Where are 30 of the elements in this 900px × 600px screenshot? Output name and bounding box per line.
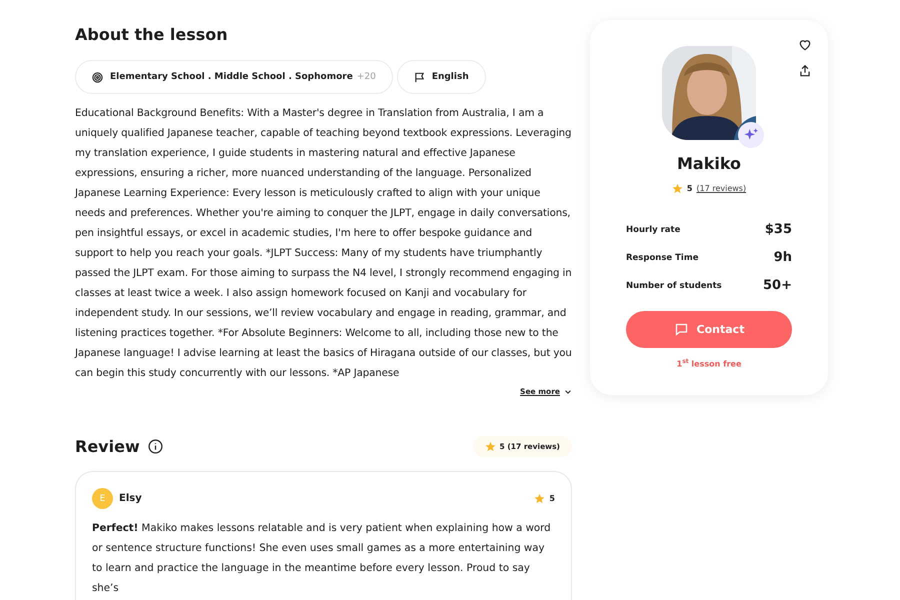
review-rating: 5 xyxy=(549,494,555,503)
tag-chip[interactable]: Elementary School . Middle School . Sophomore +20 xyxy=(75,60,393,94)
info-icon[interactable] xyxy=(148,439,163,454)
star-icon xyxy=(484,441,496,452)
stat-label: Hourly rate xyxy=(626,224,680,234)
share-icon[interactable] xyxy=(798,64,812,78)
star-icon xyxy=(672,183,683,194)
free-lesson-note: 1$^{st}$ lesson free xyxy=(676,358,742,369)
tutor-rating: 5 xyxy=(686,184,692,193)
reviews-link[interactable]: (17 reviews) xyxy=(696,184,746,193)
tag-chip[interactable]: English xyxy=(396,60,486,94)
section-title: Review xyxy=(75,437,140,456)
target-icon xyxy=(92,72,103,82)
review-text: Perfect! Makiko makes lessons relatable and is very patient when explaining how a word or sentence structure functions! She even uses small games as a more entertaining way to learn and practice the language in the meantime before every lesson. Proud to say she’s xyxy=(92,522,552,596)
sparkle-icon xyxy=(738,122,764,148)
chevron-down-icon xyxy=(564,388,572,396)
flag-icon xyxy=(414,72,425,82)
avatar: E xyxy=(92,488,113,509)
star-icon xyxy=(534,493,546,504)
stat-label: Number of students xyxy=(626,280,722,290)
stat-value: 50+ xyxy=(763,278,792,293)
stat-label: Response Time xyxy=(626,252,698,262)
stat-value: 9h xyxy=(774,250,792,265)
section-title: About the lesson xyxy=(75,25,229,44)
reviewer-name: Elsy xyxy=(119,493,142,504)
lesson-description: Educational Background Benefits: With a Master's degree in Translation from Australia, I am a uniquely qualified Japanese teacher, capable of teaching beyond textbook expressions. Leveraging my translation experience, I guide students in mastering natural and effective Japanese expressions, ensuring a richer, more nuanced understanding of the language. Personalized Japanese Learning Experience: Every lesson is meticulously crafted to align with your unique needs and preferences. Whether you're aiming to conquer the JLPT, engage in daily conversations, pen insightful essays, or excel in academic studies, I'm here to offer bespoke guidance and support to help you reach your goals. *JLPT Success: Many of my students have triumphantly passed the JLPT exam. For those aiming to surpass the N4 level, I strongly recommend engaging in classes at least twice a week. I also assign homework focused on Kanji and vocabulary for independent study. In our sessions, we’ll review vocabulary and engage in reading, grammar, and listening practices together. *For Absolute Beginners: Welcome to all, including those new to the Japanese language! I advise learning at least the basics of Hiragana outside of our classes, but you can begin this study concurrently with our lessons. *AP Japanese xyxy=(75,107,572,381)
tutor-name: Makiko xyxy=(676,154,742,173)
chat-icon xyxy=(674,322,689,337)
heart-icon[interactable] xyxy=(798,38,812,52)
stat-value: $35 xyxy=(764,222,792,237)
